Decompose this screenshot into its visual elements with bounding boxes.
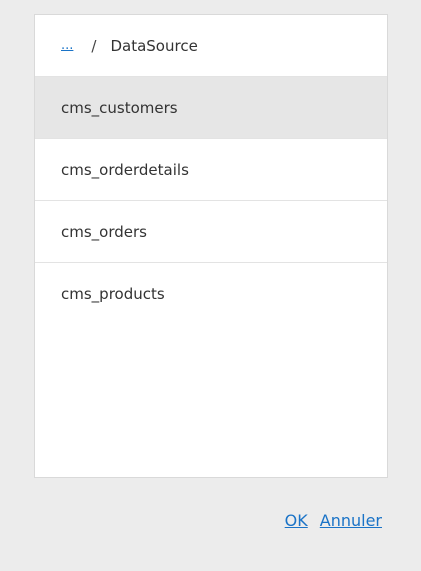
datasource-browser-panel: ... / DataSource cms_customers cms_order… xyxy=(34,14,388,478)
datasource-list: cms_customers cms_orderdetails cms_order… xyxy=(35,77,387,325)
list-item-cms-orders[interactable]: cms_orders xyxy=(35,201,387,263)
breadcrumb: ... / DataSource xyxy=(35,15,387,77)
list-item-cms-products[interactable]: cms_products xyxy=(35,263,387,325)
breadcrumb-separator: / xyxy=(91,36,97,55)
list-item-cms-orderdetails[interactable]: cms_orderdetails xyxy=(35,139,387,201)
dialog-actions: OK Annuler xyxy=(285,511,382,530)
breadcrumb-current: DataSource xyxy=(110,36,198,55)
cancel-button[interactable]: Annuler xyxy=(320,511,382,530)
list-item-cms-customers[interactable]: cms_customers xyxy=(35,77,387,139)
ok-button[interactable]: OK xyxy=(285,511,308,530)
breadcrumb-parent-link[interactable]: ... xyxy=(61,38,73,53)
